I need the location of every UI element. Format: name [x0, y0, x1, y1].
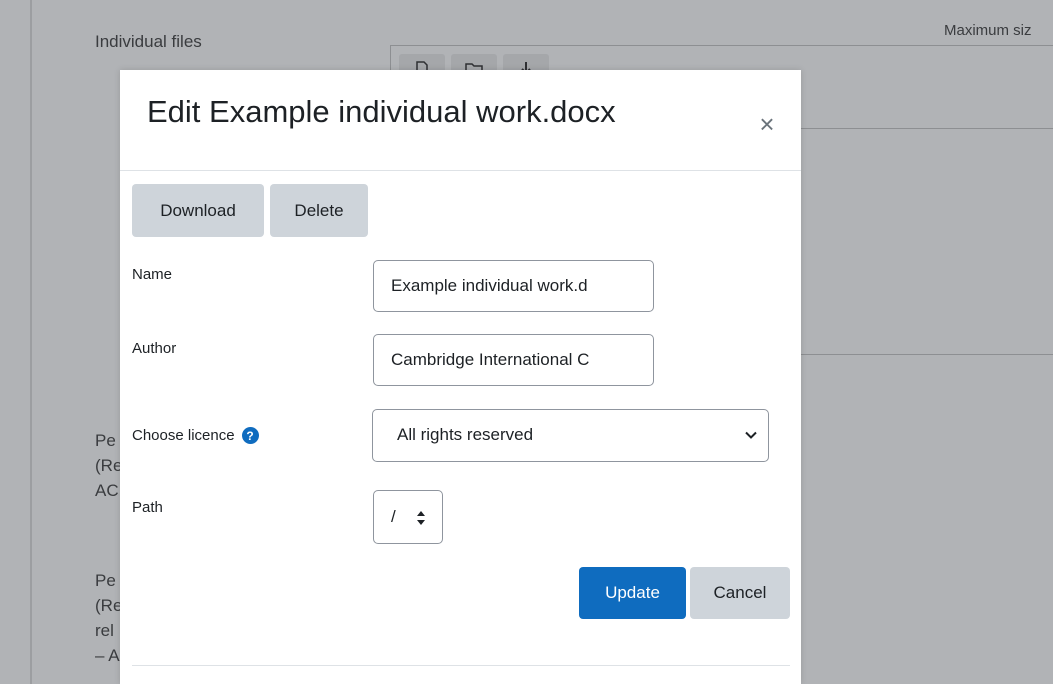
edit-file-dialog: Edit Example individual work.docx × Down… — [120, 70, 801, 684]
page-backdrop: Individual files Maximum siz Pe (Re AC P… — [0, 0, 1053, 684]
path-label-text: Path — [132, 499, 163, 516]
licence-label-text: Choose licence — [132, 427, 235, 444]
question-circle-icon[interactable]: ? — [241, 427, 259, 444]
author-input[interactable] — [373, 334, 654, 386]
path-label: Path — [132, 499, 163, 516]
author-label-text: Author — [132, 340, 177, 357]
licence-select[interactable]: All rights reserved — [372, 409, 769, 462]
licence-selected-value: All rights reserved — [397, 425, 534, 444]
cancel-button[interactable]: Cancel — [690, 567, 790, 619]
chevron-down-icon — [745, 431, 757, 439]
dialog-title: Edit Example individual work.docx — [147, 94, 616, 129]
name-input[interactable] — [373, 260, 654, 312]
download-button[interactable]: Download — [132, 184, 264, 237]
name-label-text: Name — [132, 266, 173, 283]
maximum-size-label: Maximum siz — [944, 22, 1032, 39]
background-fragment: – A — [95, 646, 120, 665]
dialog-header: Edit Example individual work.docx × — [120, 70, 801, 171]
name-label: Name — [132, 266, 172, 283]
dialog-footer-divider — [132, 665, 790, 666]
individual-files-label: Individual files — [95, 32, 202, 51]
background-fragment: (Re — [95, 456, 123, 475]
background-fragment: AC — [95, 481, 119, 500]
author-label: Author — [132, 340, 176, 357]
background-fragment: Pe — [95, 431, 116, 450]
close-icon[interactable]: × — [755, 110, 779, 138]
background-fragment: (Re — [95, 596, 123, 615]
delete-button[interactable]: Delete — [270, 184, 368, 237]
path-selected-value: / — [391, 507, 396, 526]
background-text-block-1: Pe (Re AC — [95, 428, 122, 503]
update-button[interactable]: Update — [579, 567, 686, 619]
left-rail — [30, 0, 32, 684]
path-select[interactable]: / — [373, 490, 443, 544]
background-fragment: Pe — [95, 571, 116, 590]
licence-label: Choose licence ? — [132, 427, 259, 444]
sort-updown-icon — [417, 511, 425, 525]
background-fragment: rel — [95, 621, 114, 640]
background-text-block-2: Pe (Re rel – A — [95, 568, 122, 668]
